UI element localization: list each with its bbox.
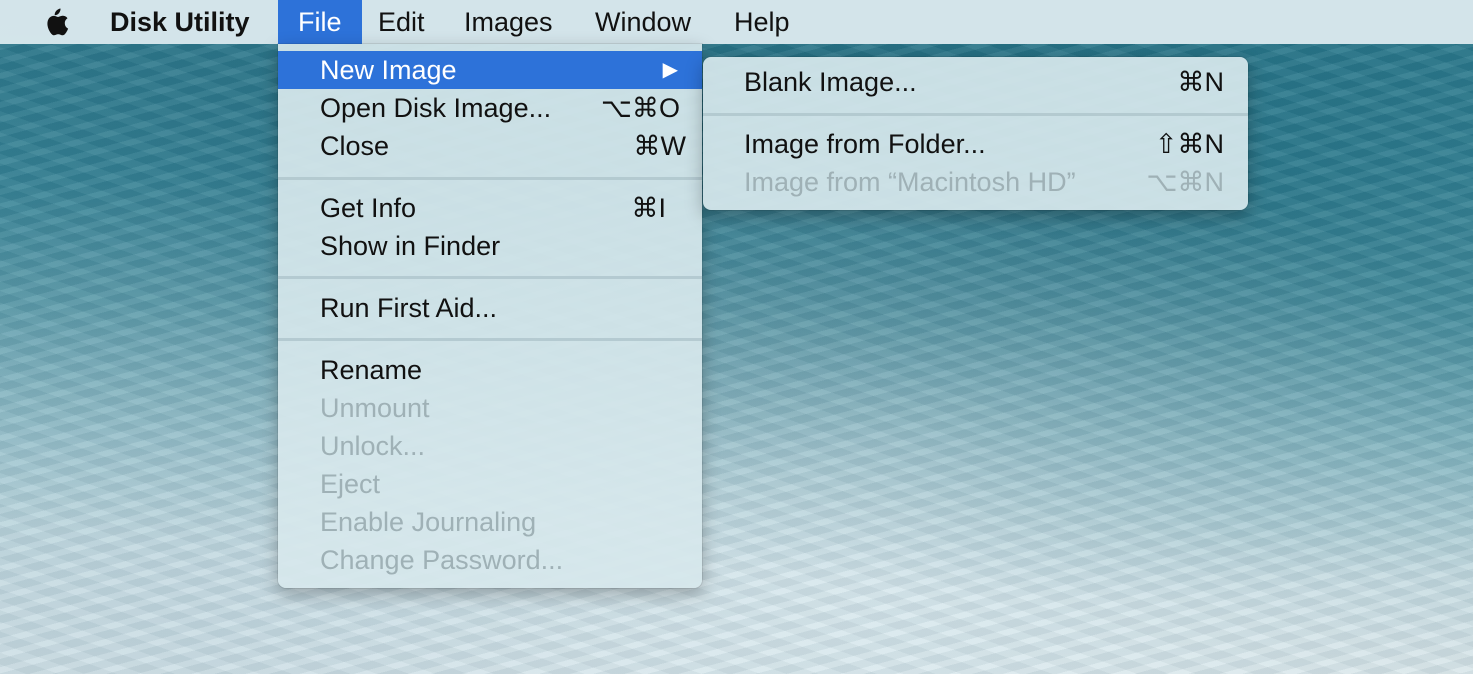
- menu-item-get-info[interactable]: Get Info ⌘I: [278, 189, 702, 227]
- menu-item-shortcut: ⌘W: [633, 131, 686, 161]
- menu-item-label: Run First Aid...: [320, 293, 498, 323]
- menu-item-label: Enable Journaling: [320, 507, 537, 537]
- menu-item-open-disk-image[interactable]: Open Disk Image... ⌥⌘O: [278, 89, 702, 127]
- file-menu-dropdown: New Image ▶ Open Disk Image... ⌥⌘O Close…: [278, 44, 702, 588]
- menu-item-label: Get Info: [320, 193, 417, 223]
- menu-item-shortcut: ⌘N: [1177, 67, 1225, 97]
- menu-item-show-in-finder[interactable]: Show in Finder: [278, 227, 702, 265]
- menu-separator: [278, 276, 702, 279]
- menu-file[interactable]: File: [278, 0, 362, 44]
- submenu-item-image-from-macintosh-hd: Image from “Macintosh HD” ⌥⌘N: [703, 163, 1248, 201]
- menu-item-shortcut: ⇧⌘N: [1154, 129, 1224, 159]
- submenu-item-blank-image[interactable]: Blank Image... ⌘N: [703, 63, 1248, 101]
- menu-images[interactable]: Images: [444, 0, 573, 44]
- menu-separator: [278, 177, 702, 180]
- menu-item-new-image[interactable]: New Image ▶: [278, 51, 702, 89]
- menu-item-shortcut: ⌥⌘N: [1146, 167, 1224, 197]
- new-image-submenu: Blank Image... ⌘N Image from Folder... ⇧…: [703, 57, 1248, 210]
- menu-help[interactable]: Help: [714, 0, 810, 44]
- menu-edit[interactable]: Edit: [358, 0, 445, 44]
- menu-bar: Disk Utility File Edit Images Window Hel…: [0, 0, 1473, 44]
- menu-item-label: Image from Folder...: [744, 129, 986, 159]
- menu-item-label: Open Disk Image...: [320, 93, 552, 123]
- menu-app-name[interactable]: Disk Utility: [90, 0, 270, 44]
- menu-item-label: Unmount: [320, 393, 430, 423]
- submenu-item-image-from-folder[interactable]: Image from Folder... ⇧⌘N: [703, 125, 1248, 163]
- menu-item-shortcut: ⌘I: [631, 193, 666, 223]
- menu-item-rename[interactable]: Rename: [278, 351, 702, 389]
- menu-item-shortcut: ⌥⌘O: [600, 93, 680, 123]
- menu-item-label: Blank Image...: [744, 67, 917, 97]
- menu-item-label: Change Password...: [320, 545, 564, 575]
- menu-item-label: Image from “Macintosh HD”: [744, 167, 1076, 197]
- menu-window[interactable]: Window: [575, 0, 711, 44]
- menu-item-label: Unlock...: [320, 431, 426, 461]
- menu-item-label: Close: [320, 131, 390, 161]
- submenu-arrow-icon: ▶: [662, 59, 678, 81]
- menu-item-close[interactable]: Close ⌘W: [278, 127, 702, 165]
- menu-item-change-password: Change Password...: [278, 541, 702, 579]
- menu-item-enable-journaling: Enable Journaling: [278, 503, 702, 541]
- menu-separator: [278, 338, 702, 341]
- menu-separator: [703, 113, 1248, 116]
- menu-item-label: Rename: [320, 355, 423, 385]
- menu-item-run-first-aid[interactable]: Run First Aid...: [278, 289, 702, 327]
- menu-item-eject: Eject: [278, 465, 702, 503]
- menu-item-label: Show in Finder: [320, 231, 501, 261]
- menu-item-unlock: Unlock...: [278, 427, 702, 465]
- apple-logo-icon[interactable]: [40, 6, 70, 38]
- menu-item-unmount: Unmount: [278, 389, 702, 427]
- menu-item-label: New Image: [320, 55, 457, 85]
- menu-item-label: Eject: [320, 469, 381, 499]
